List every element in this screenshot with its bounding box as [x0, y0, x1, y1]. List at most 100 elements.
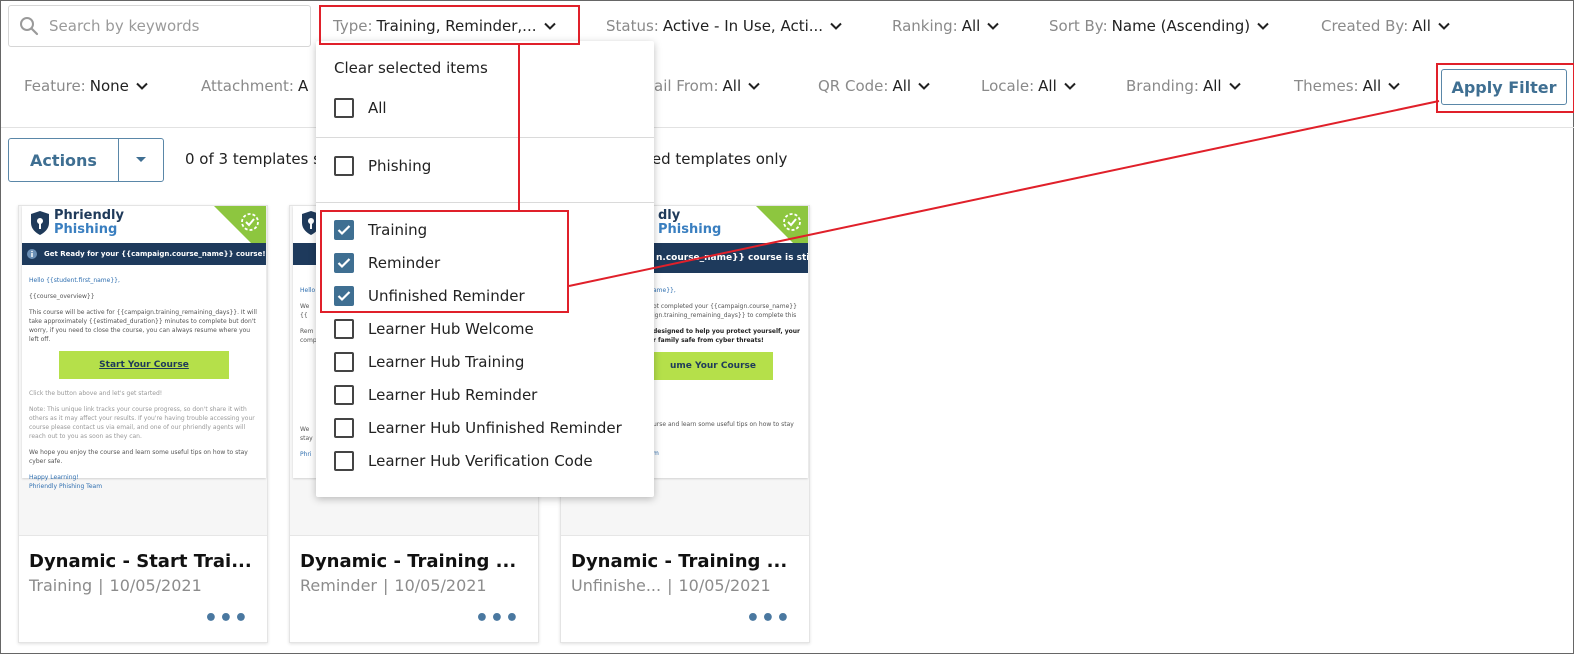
filter-value: All — [722, 77, 742, 95]
card-meta: Unfinishe... | 10/05/2021 — [571, 576, 771, 595]
checkbox[interactable] — [334, 156, 354, 176]
email-text: We hope you enjoy the course and learn s… — [29, 449, 248, 465]
search-box[interactable] — [8, 5, 311, 47]
info-icon — [27, 249, 37, 259]
check-circle-icon — [241, 213, 259, 231]
filter-email-from[interactable]: ail From: All — [654, 77, 761, 95]
option-label: All — [368, 99, 387, 117]
card-title: Dynamic - Start Trai... — [29, 551, 252, 572]
chevron-down-icon — [1388, 82, 1400, 90]
card-meta: Training | 10/05/2021 — [29, 576, 202, 595]
email-greeting: Hello {{student.first_name}}, — [29, 277, 120, 284]
brand-line2: Phishing — [54, 222, 118, 237]
email-banner-text: n.course_name}} course is still — [656, 253, 808, 263]
chevron-down-icon — [918, 82, 930, 90]
template-card[interactable]: Phriendly Phishing Get Ready for your {{… — [18, 205, 268, 643]
email-signoff: Phriendly Phishing Team — [29, 483, 103, 490]
actions-split-button[interactable]: Actions — [8, 138, 164, 182]
type-option-unfinished-reminder[interactable]: Unfinished Reminder — [334, 286, 525, 306]
actions-button[interactable]: Actions — [9, 139, 119, 181]
type-option-phishing[interactable]: Phishing — [334, 156, 431, 176]
filter-ranking[interactable]: Ranking: All — [892, 17, 1000, 35]
filter-value: All — [961, 17, 981, 35]
type-option-learner-hub-unfinished-reminder[interactable]: Learner Hub Unfinished Reminder — [334, 418, 622, 438]
checkbox[interactable] — [334, 451, 354, 471]
type-option-learner-hub-verification-code[interactable]: Learner Hub Verification Code — [334, 451, 593, 471]
option-label: Learner Hub Verification Code — [368, 452, 593, 470]
filter-value: None — [89, 77, 129, 95]
template-preview[interactable]: Phriendly Phishing Get Ready for your {{… — [19, 206, 267, 536]
chevron-down-icon — [748, 82, 760, 90]
clear-selected-items[interactable]: Clear selected items — [334, 59, 488, 77]
apply-filter-button[interactable]: Apply Filter — [1441, 69, 1567, 105]
filter-value: Training, Reminder,... — [376, 17, 537, 35]
chevron-down-icon — [1228, 82, 1241, 90]
divider — [316, 202, 654, 203]
search-input[interactable] — [47, 16, 297, 36]
brand-logo-text: dly Phishing — [658, 209, 721, 237]
brand-logo-text: Phriendly Phishing — [54, 209, 124, 237]
checkbox[interactable] — [334, 319, 354, 339]
checkbox[interactable] — [334, 98, 354, 118]
email-banner-text: Get Ready for your {{campaign.course_nam… — [44, 250, 266, 258]
filter-label: Feature: — [24, 77, 86, 95]
chevron-down-icon — [136, 82, 148, 90]
type-option-all[interactable]: All — [334, 98, 387, 118]
email-body: ame}}, ot completed your {{campaign.cour… — [653, 286, 803, 465]
email-text: ot completed your {{campaign.course_name… — [653, 303, 797, 310]
filter-label: QR Code: — [818, 77, 889, 95]
divider — [316, 137, 654, 138]
filter-label: Themes: — [1294, 77, 1359, 95]
type-filter-dropdown: Clear selected items All Phishing Traini… — [316, 41, 654, 497]
card-date: 10/05/2021 — [678, 576, 771, 595]
option-label: Unfinished Reminder — [368, 287, 525, 305]
checkbox[interactable] — [334, 385, 354, 405]
filter-themes[interactable]: Themes: All — [1294, 77, 1401, 95]
more-options-icon[interactable]: ••• — [746, 606, 791, 631]
filter-qr-code[interactable]: QR Code: All — [818, 77, 931, 95]
email-cta-button: ume Your Course — [653, 352, 773, 380]
brand-line2: Phishing — [658, 222, 722, 237]
filter-created-by[interactable]: Created By: All — [1321, 17, 1451, 35]
filter-branding[interactable]: Branding: All — [1126, 77, 1242, 95]
checkbox[interactable] — [334, 220, 354, 240]
card-date: 10/05/2021 — [109, 576, 202, 595]
shield-icon — [31, 211, 49, 235]
actions-caret-button[interactable] — [119, 139, 163, 181]
filter-sort-by[interactable]: Sort By: Name (Ascending) — [1049, 17, 1270, 35]
email-text: r family safe from cyber threats! — [653, 337, 764, 344]
email-banner: Get Ready for your {{campaign.course_nam… — [22, 243, 266, 265]
option-label: Learner Hub Training — [368, 353, 525, 371]
filter-feature[interactable]: Feature: None — [24, 77, 149, 95]
card-type: Unfinishe... — [571, 576, 662, 595]
filter-type[interactable]: Type: Training, Reminder,... — [333, 17, 557, 35]
filter-locale[interactable]: Locale: All — [981, 77, 1077, 95]
filter-label: Type: — [333, 17, 373, 35]
chevron-down-icon — [543, 22, 556, 30]
filter-attachment[interactable]: Attachment: A — [201, 77, 308, 95]
email-text: urse and learn some useful tips on how t… — [653, 421, 794, 428]
checkbox[interactable] — [334, 418, 354, 438]
filter-value: All — [1202, 77, 1222, 95]
more-options-icon[interactable]: ••• — [475, 606, 520, 631]
checkbox[interactable] — [334, 286, 354, 306]
type-option-learner-hub-reminder[interactable]: Learner Hub Reminder — [334, 385, 537, 405]
filter-value: All — [1362, 77, 1382, 95]
option-label: Training — [368, 221, 428, 239]
checkbox[interactable] — [334, 352, 354, 372]
filter-value: Active - In Use, Acti... — [662, 17, 824, 35]
email-text: Click the button above and let's get sta… — [29, 390, 163, 397]
checkbox[interactable] — [334, 253, 354, 273]
option-label: Reminder — [368, 254, 441, 272]
type-option-learner-hub-training[interactable]: Learner Hub Training — [334, 352, 524, 372]
email-text: designed to help you protect yourself, y… — [653, 328, 800, 335]
filter-label: Created By: — [1321, 17, 1409, 35]
email-text: ign.training_remaining_days}} to complet… — [653, 312, 797, 319]
filter-label: Locale: — [981, 77, 1035, 95]
type-option-reminder[interactable]: Reminder — [334, 253, 440, 273]
type-option-training[interactable]: Training — [334, 220, 427, 240]
type-option-learner-hub-welcome[interactable]: Learner Hub Welcome — [334, 319, 534, 339]
more-options-icon[interactable]: ••• — [204, 606, 249, 631]
option-label: Learner Hub Unfinished Reminder — [368, 419, 622, 437]
filter-status[interactable]: Status: Active - In Use, Acti... — [606, 17, 843, 35]
